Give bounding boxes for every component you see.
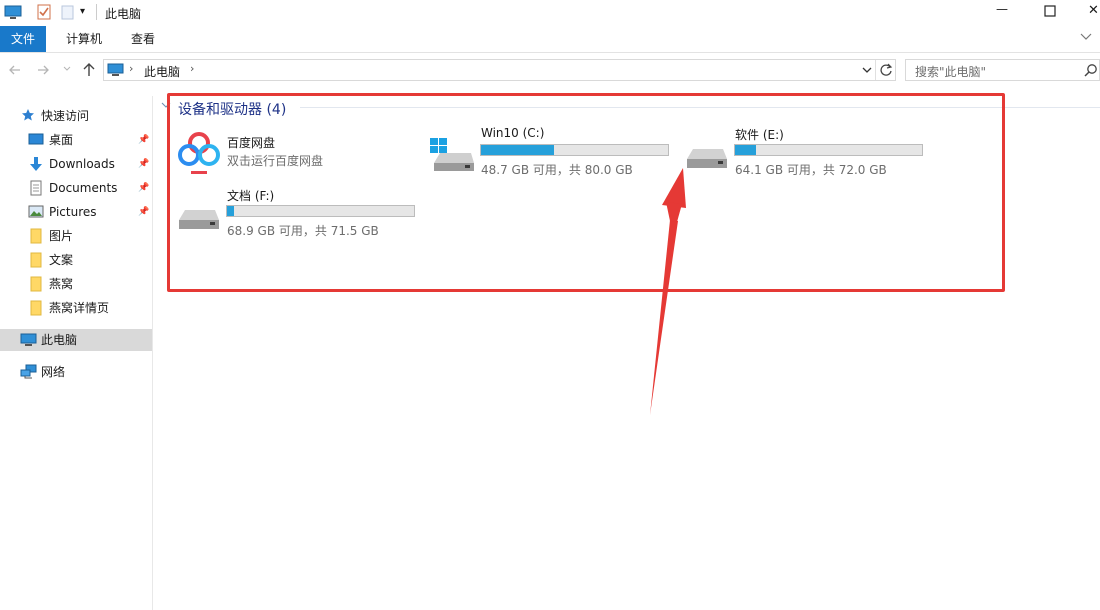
back-arrow-icon[interactable] bbox=[8, 63, 22, 77]
sidebar-item-label: Documents bbox=[49, 181, 118, 195]
pin-icon: 📌 bbox=[138, 135, 150, 145]
quick-access-toolbar-dropdown-icon[interactable]: ▾ bbox=[80, 6, 85, 17]
tab-view[interactable]: 查看 bbox=[123, 26, 163, 52]
star-icon bbox=[21, 108, 35, 122]
pin-icon: 📌 bbox=[138, 159, 150, 169]
network-icon bbox=[20, 364, 37, 379]
navigation-pane: 快速访问 桌面 📌 Downloads 📌 Documents 📌 Pictur… bbox=[0, 96, 153, 610]
pictures-icon bbox=[28, 205, 44, 218]
sidebar-item-quick-access[interactable]: 快速访问 bbox=[0, 105, 152, 127]
search-icon[interactable] bbox=[1084, 63, 1098, 77]
sidebar-item-label: 网络 bbox=[41, 365, 66, 379]
tab-file[interactable]: 文件 bbox=[0, 26, 46, 52]
sidebar-item-folder[interactable]: 燕窝详情页 bbox=[0, 297, 152, 319]
this-pc-icon bbox=[107, 63, 124, 77]
address-divider bbox=[875, 60, 876, 80]
download-icon bbox=[29, 156, 43, 172]
up-arrow-icon[interactable] bbox=[82, 62, 96, 77]
documents-icon bbox=[30, 180, 42, 196]
desktop-icon bbox=[28, 133, 44, 147]
tab-computer[interactable]: 计算机 bbox=[58, 26, 110, 52]
pin-icon: 📌 bbox=[138, 207, 150, 217]
sidebar-item-label: 快速访问 bbox=[41, 109, 90, 123]
address-bar[interactable]: › 此电脑 › bbox=[103, 59, 896, 81]
sidebar-item-folder[interactable]: 燕窝 bbox=[0, 273, 152, 295]
folder-icon bbox=[30, 228, 42, 244]
sidebar-item-network[interactable]: 网络 bbox=[0, 361, 152, 383]
sidebar-item-folder[interactable]: 图片 bbox=[0, 225, 152, 247]
search-box[interactable]: 搜索"此电脑" bbox=[905, 59, 1100, 81]
sidebar-item-label: Downloads bbox=[49, 157, 115, 171]
sidebar-item-this-pc[interactable]: 此电脑 bbox=[0, 329, 152, 351]
folder-icon bbox=[30, 276, 42, 292]
window-title: 此电脑 bbox=[105, 7, 142, 21]
recent-locations-chevron-icon[interactable] bbox=[63, 66, 71, 72]
refresh-icon[interactable] bbox=[879, 63, 893, 77]
minimize-button[interactable]: — bbox=[996, 2, 1008, 16]
sidebar-item-label: 燕窝 bbox=[49, 277, 74, 291]
sidebar-item-label: 图片 bbox=[49, 229, 74, 243]
breadcrumb-separator-icon[interactable]: › bbox=[190, 62, 194, 75]
maximize-button[interactable] bbox=[1044, 5, 1056, 17]
ribbon-tabs: 文件 计算机 查看 bbox=[0, 26, 1100, 53]
folder-icon bbox=[30, 300, 42, 316]
annotation-highlight-box bbox=[167, 93, 1005, 292]
sidebar-item-label: 此电脑 bbox=[41, 333, 78, 347]
sidebar-item-desktop[interactable]: 桌面 📌 bbox=[0, 129, 152, 151]
this-pc-icon bbox=[20, 333, 37, 347]
breadcrumb-separator-icon[interactable]: › bbox=[129, 62, 133, 75]
expand-ribbon-icon[interactable] bbox=[1080, 32, 1092, 42]
title-bar: ▾ 此电脑 — ✕ bbox=[0, 0, 1100, 26]
forward-arrow-icon[interactable] bbox=[36, 63, 50, 77]
search-input[interactable]: 搜索"此电脑" bbox=[915, 63, 986, 80]
sidebar-item-label: 燕窝详情页 bbox=[49, 301, 110, 315]
address-history-chevron-icon[interactable] bbox=[862, 66, 872, 74]
sidebar-item-label: 桌面 bbox=[49, 133, 74, 147]
pin-icon: 📌 bbox=[138, 183, 150, 193]
new-folder-icon[interactable] bbox=[61, 5, 74, 20]
sidebar-item-folder[interactable]: 文案 bbox=[0, 249, 152, 271]
close-button[interactable]: ✕ bbox=[1088, 3, 1099, 18]
sidebar-item-downloads[interactable]: Downloads 📌 bbox=[0, 153, 152, 175]
title-divider bbox=[96, 4, 97, 20]
properties-icon[interactable] bbox=[37, 4, 51, 20]
sidebar-item-documents[interactable]: Documents 📌 bbox=[0, 177, 152, 199]
sidebar-item-label: 文案 bbox=[49, 253, 74, 267]
sidebar-item-label: Pictures bbox=[49, 205, 97, 219]
sidebar-item-pictures[interactable]: Pictures 📌 bbox=[0, 201, 152, 223]
this-pc-icon bbox=[4, 5, 22, 20]
folder-icon bbox=[30, 252, 42, 268]
annotation-arrow bbox=[650, 168, 686, 415]
breadcrumb-this-pc[interactable]: 此电脑 bbox=[144, 63, 180, 80]
